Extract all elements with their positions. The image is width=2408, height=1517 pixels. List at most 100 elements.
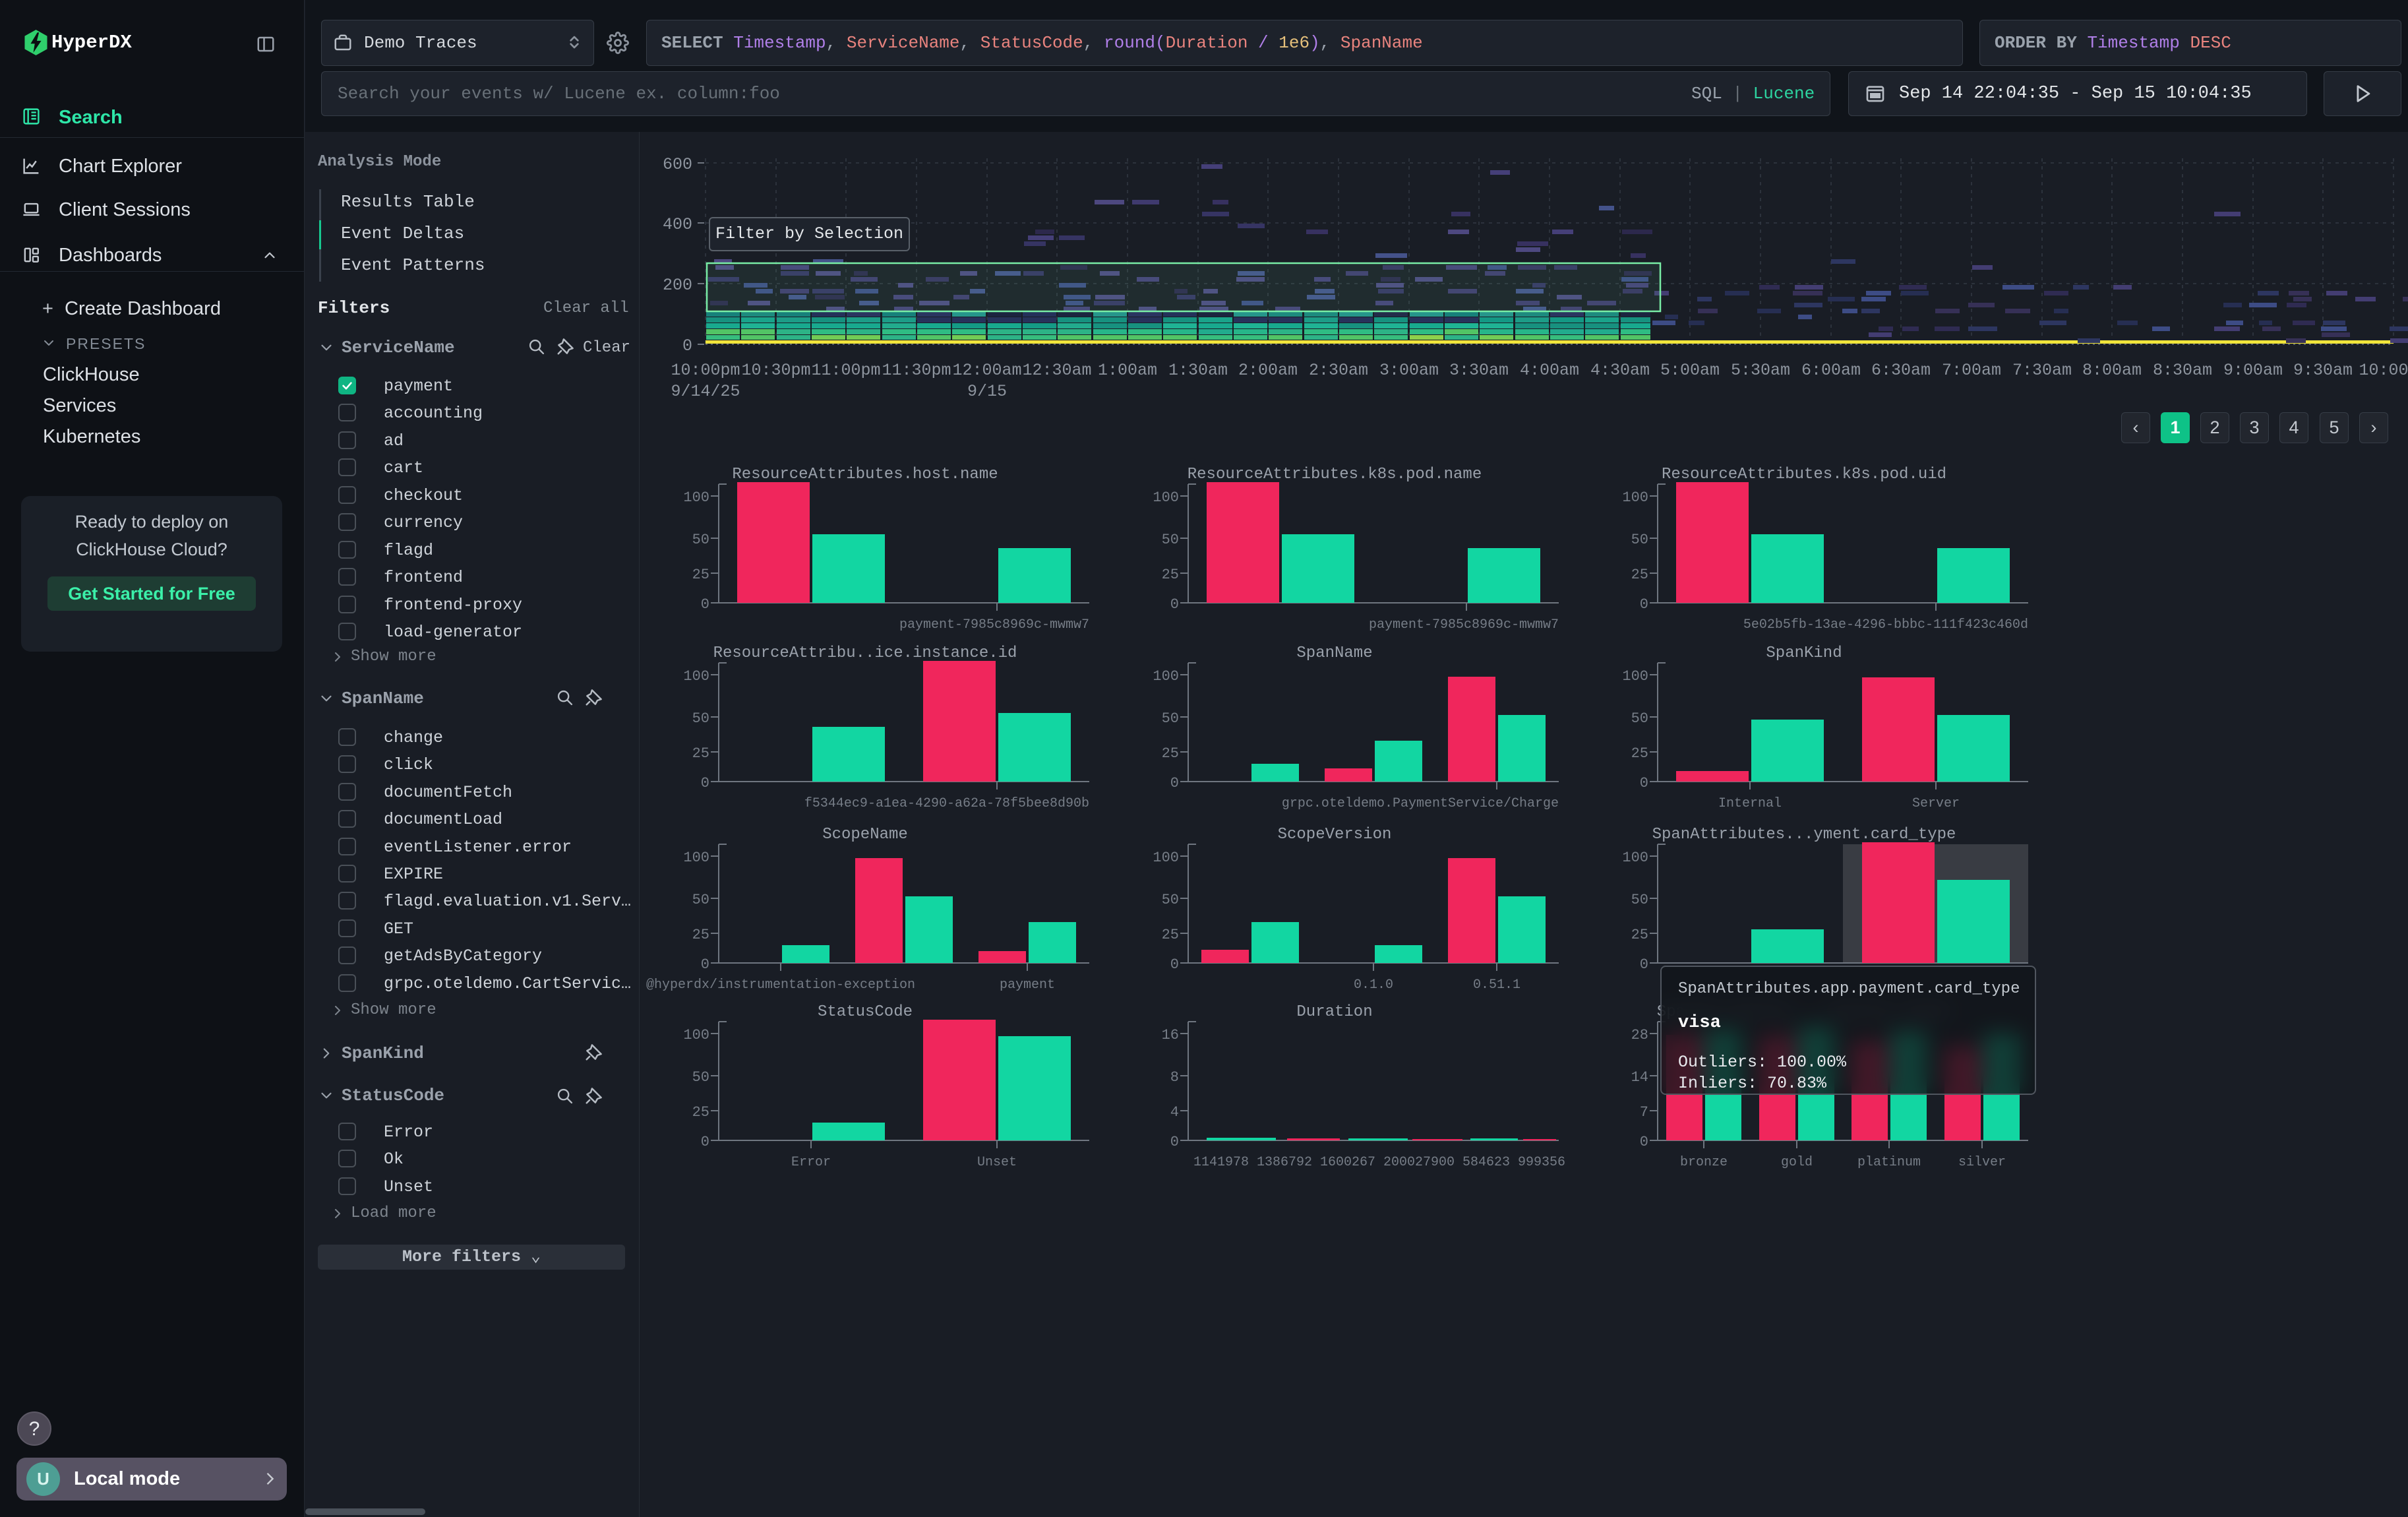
svg-text:100: 100 xyxy=(683,1027,709,1043)
svg-text:4:00am: 4:00am xyxy=(1520,361,1579,380)
svg-text:50: 50 xyxy=(692,892,709,908)
svg-text:1:30am: 1:30am xyxy=(1168,361,1228,380)
svg-text:50: 50 xyxy=(692,710,709,727)
svg-text:4: 4 xyxy=(1170,1104,1179,1121)
svg-text:8:00am: 8:00am xyxy=(2082,361,2142,380)
svg-text:8:30am: 8:30am xyxy=(2153,361,2212,380)
svg-text:0: 0 xyxy=(701,775,709,791)
svg-text:StatusCode: StatusCode xyxy=(818,1003,913,1021)
svg-text:100: 100 xyxy=(683,850,709,866)
svg-text:SpanKind: SpanKind xyxy=(1766,644,1842,662)
svg-text:platinum: platinum xyxy=(1857,1155,1921,1170)
svg-text:0: 0 xyxy=(1640,775,1648,791)
svg-text:3:30am: 3:30am xyxy=(1449,361,1509,380)
svg-text:100: 100 xyxy=(1622,850,1648,866)
svg-text:ScopeVersion: ScopeVersion xyxy=(1278,826,1392,844)
svg-text:Unset: Unset xyxy=(977,1155,1017,1170)
svg-text:6:00am: 6:00am xyxy=(1801,361,1861,380)
svg-text:0: 0 xyxy=(701,596,709,613)
svg-text:50: 50 xyxy=(1162,710,1179,727)
svg-text:400: 400 xyxy=(663,215,692,234)
svg-text:12:30am: 12:30am xyxy=(1022,361,1091,380)
svg-text:11:30pm: 11:30pm xyxy=(882,361,951,380)
svg-text:50: 50 xyxy=(692,532,709,548)
svg-text:0.1.0: 0.1.0 xyxy=(1354,977,1393,993)
svg-text:100: 100 xyxy=(683,668,709,685)
svg-text:25: 25 xyxy=(692,745,709,762)
svg-text:50: 50 xyxy=(1162,532,1179,548)
svg-text:0: 0 xyxy=(1170,596,1179,613)
svg-text:600: 600 xyxy=(663,155,692,174)
svg-text:SpanName: SpanName xyxy=(1296,644,1372,662)
svg-text:payment: payment xyxy=(1000,977,1055,993)
svg-text:8: 8 xyxy=(1170,1069,1179,1086)
svg-text:28: 28 xyxy=(1631,1027,1648,1043)
svg-text:Internal: Internal xyxy=(1718,796,1782,811)
svg-text:SpanAttributes...yment.card_ty: SpanAttributes...yment.card_type xyxy=(1652,826,1956,844)
svg-text:payment-7985c8969c-mwmw7: payment-7985c8969c-mwmw7 xyxy=(899,617,1089,633)
svg-text:100: 100 xyxy=(1153,489,1179,506)
svg-text:ResourceAttributes.host.name: ResourceAttributes.host.name xyxy=(732,466,998,483)
svg-text:Server: Server xyxy=(1912,796,1960,811)
svg-text:25: 25 xyxy=(1162,567,1179,583)
svg-text:10:00pm: 10:00pm xyxy=(671,361,740,380)
svg-text:0: 0 xyxy=(1640,956,1648,973)
svg-text:200: 200 xyxy=(663,276,692,295)
svg-text:6:30am: 6:30am xyxy=(1871,361,1931,380)
svg-text:25: 25 xyxy=(1631,567,1648,583)
svg-text:25: 25 xyxy=(1631,745,1648,762)
svg-text:ResourceAttribu..ice.instance.: ResourceAttribu..ice.instance.id xyxy=(713,644,1017,662)
svg-text:25: 25 xyxy=(692,567,709,583)
svg-text:25: 25 xyxy=(1631,927,1648,943)
svg-text:7:30am: 7:30am xyxy=(2012,361,2072,380)
svg-text:100: 100 xyxy=(1622,668,1648,685)
svg-text:0: 0 xyxy=(682,336,692,356)
svg-text:7:00am: 7:00am xyxy=(1942,361,2001,380)
svg-text:100: 100 xyxy=(1622,489,1648,506)
svg-text:silver: silver xyxy=(1958,1155,2006,1170)
svg-text:0: 0 xyxy=(701,1134,709,1150)
svg-text:2:30am: 2:30am xyxy=(1309,361,1368,380)
svg-text:25: 25 xyxy=(692,927,709,943)
svg-text:Error: Error xyxy=(791,1155,831,1170)
svg-text:gold: gold xyxy=(1781,1155,1813,1170)
svg-text:25: 25 xyxy=(692,1104,709,1121)
svg-text:9:30am: 9:30am xyxy=(2293,361,2353,380)
svg-text:grpc.oteldemo.PaymentService/C: grpc.oteldemo.PaymentService/Charge xyxy=(1282,796,1559,811)
svg-text:f5344ec9-a1ea-4290-a62a-78f5be: f5344ec9-a1ea-4290-a62a-78f5bee8d90b xyxy=(804,796,1089,811)
svg-text:ResourceAttributes.k8s.pod.uid: ResourceAttributes.k8s.pod.uid xyxy=(1662,466,1946,483)
svg-text:0: 0 xyxy=(1170,775,1179,791)
svg-text:14: 14 xyxy=(1631,1069,1648,1086)
svg-text:payment-7985c8969c-mwmw7: payment-7985c8969c-mwmw7 xyxy=(1369,617,1559,633)
svg-text:0: 0 xyxy=(1640,596,1648,613)
svg-text:11:00pm: 11:00pm xyxy=(811,361,880,380)
svg-text:16: 16 xyxy=(1162,1027,1179,1043)
svg-text:5:30am: 5:30am xyxy=(1731,361,1790,380)
svg-text:0: 0 xyxy=(701,956,709,973)
svg-text:5e02b5fb-13ae-4296-bbbc-111f42: 5e02b5fb-13ae-4296-bbbc-111f423c460d xyxy=(1743,617,2028,633)
svg-text:10:30pm: 10:30pm xyxy=(741,361,810,380)
svg-text:9/14/25: 9/14/25 xyxy=(671,382,740,401)
svg-text:ScopeName: ScopeName xyxy=(822,826,908,844)
svg-text:0: 0 xyxy=(1170,1134,1179,1150)
svg-text:2:00am: 2:00am xyxy=(1238,361,1298,380)
svg-text:5:00am: 5:00am xyxy=(1660,361,1720,380)
svg-text:Duration: Duration xyxy=(1296,1003,1372,1021)
svg-text:0: 0 xyxy=(1170,956,1179,973)
svg-text:@hyperdx/instrumentation-excep: @hyperdx/instrumentation-exception xyxy=(646,977,915,993)
svg-text:100: 100 xyxy=(1153,668,1179,685)
svg-text:3:00am: 3:00am xyxy=(1379,361,1439,380)
svg-text:50: 50 xyxy=(1631,892,1648,908)
svg-text:7: 7 xyxy=(1640,1104,1648,1121)
svg-text:0.51.1: 0.51.1 xyxy=(1473,977,1520,993)
svg-text:9/15: 9/15 xyxy=(967,382,1007,401)
svg-text:100: 100 xyxy=(1153,850,1179,866)
svg-text:9:00am: 9:00am xyxy=(2223,361,2283,380)
svg-text:10:00am: 10:00am xyxy=(2359,361,2408,380)
svg-text:1:00am: 1:00am xyxy=(1098,361,1157,380)
svg-text:ResourceAttributes.k8s.pod.nam: ResourceAttributes.k8s.pod.name xyxy=(1188,466,1482,483)
svg-text:bronze: bronze xyxy=(1680,1155,1728,1170)
svg-text:50: 50 xyxy=(1162,892,1179,908)
svg-text:4:30am: 4:30am xyxy=(1590,361,1650,380)
svg-text:12:00am: 12:00am xyxy=(952,361,1021,380)
